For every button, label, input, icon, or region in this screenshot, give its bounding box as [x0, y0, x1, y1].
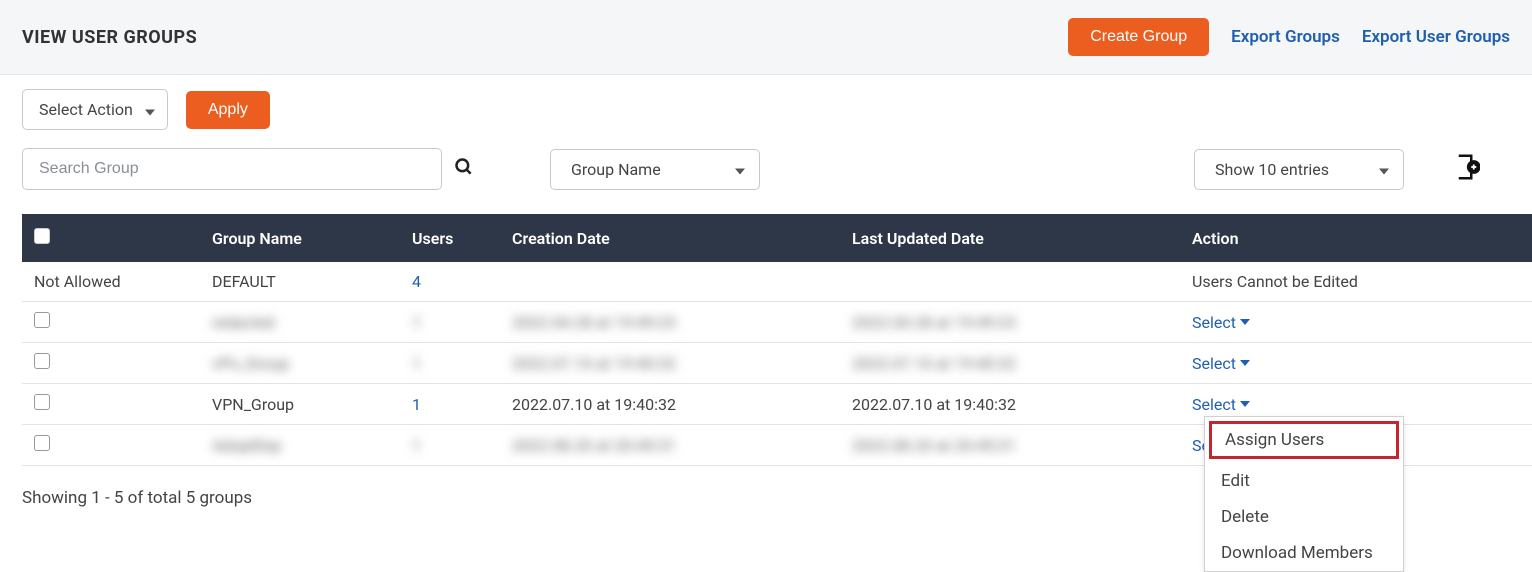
created-date-cell [502, 262, 842, 302]
group-name-cell: AdoptDay [202, 425, 402, 466]
search-icon[interactable] [454, 157, 474, 181]
table-row: Not AllowedDEFAULT 4 Users Cannot be Edite… [22, 262, 1532, 302]
row-checkbox[interactable] [34, 435, 50, 451]
filter-by-dropdown[interactable]: Group Name [550, 149, 760, 190]
row-check-text: Not Allowed [22, 262, 202, 302]
row-checkbox[interactable] [34, 394, 50, 410]
action-dropdown-menu: Assign Users Edit Delete Download Member… [1204, 416, 1404, 572]
action-toolbar: Select Action Apply [0, 75, 1532, 130]
menu-download-members[interactable]: Download Members [1205, 535, 1403, 571]
filter-row: Group Name Show 10 entries [0, 130, 1532, 200]
table-row: vPn_Group 1 2022.07.10 at 19:40:322022.07.… [22, 343, 1532, 384]
groups-table-wrap: Group Name Users Creation Date Last Upda… [0, 200, 1532, 466]
select-action-dropdown[interactable]: Select Action [22, 89, 168, 130]
updated-date-cell [842, 262, 1182, 302]
updated-date-cell: 2022.04.28 at 19:49:23 [842, 302, 1182, 343]
users-count-link[interactable]: 1 [412, 436, 421, 455]
created-date-cell: 2022.08.20 at 20:45:31 [502, 425, 842, 466]
updated-date-cell: 2022.07.10 at 19:40:32 [842, 384, 1182, 425]
updated-date-cell: 2022.07.10 at 19:40:32 [842, 343, 1182, 384]
chevron-down-icon [735, 160, 745, 179]
action-select-dropdown[interactable]: Select [1192, 395, 1250, 414]
action-select-dropdown[interactable]: Select [1192, 313, 1250, 332]
select-action-label: Select Action [39, 100, 133, 119]
updated-date-cell: 2022.08.20 at 20:45:31 [842, 425, 1182, 466]
users-count-link[interactable]: 1 [412, 354, 421, 373]
col-group-name: Group Name [202, 214, 402, 262]
menu-assign-users[interactable]: Assign Users [1209, 421, 1399, 459]
show-entries-label: Show 10 entries [1215, 160, 1329, 179]
filter-by-label: Group Name [571, 160, 661, 179]
table-row: redacted 1 2022.04.28 at 19:49:232022.04.2… [22, 302, 1532, 343]
action-select-dropdown[interactable]: Select [1192, 354, 1250, 373]
col-created: Creation Date [502, 214, 842, 262]
menu-delete[interactable]: Delete [1205, 499, 1403, 535]
table-header-row: Group Name Users Creation Date Last Upda… [22, 214, 1532, 262]
created-date-cell: 2022.04.28 at 19:49:23 [502, 302, 842, 343]
action-text: Users Cannot be Edited [1182, 262, 1532, 302]
create-group-button[interactable]: Create Group [1068, 18, 1209, 56]
col-updated: Last Updated Date [842, 214, 1182, 262]
row-checkbox[interactable] [34, 353, 50, 369]
chevron-down-icon [1379, 160, 1389, 179]
header-actions: Create Group Export Groups Export User G… [1068, 18, 1510, 56]
users-count-link[interactable]: 4 [412, 272, 421, 291]
caret-down-icon [1240, 360, 1250, 366]
group-name-cell: DEFAULT [202, 262, 402, 302]
created-date-cell: 2022.07.10 at 19:40:32 [502, 343, 842, 384]
export-user-groups-link[interactable]: Export User Groups [1362, 27, 1510, 47]
page-title: VIEW USER GROUPS [22, 27, 197, 48]
select-all-checkbox[interactable] [34, 228, 50, 244]
search-group-input[interactable] [22, 148, 442, 190]
group-name-cell: vPn_Group [202, 343, 402, 384]
chevron-down-icon [145, 100, 155, 119]
header-bar: VIEW USER GROUPS Create Group Export Gro… [0, 0, 1532, 75]
created-date-cell: 2022.07.10 at 19:40:32 [502, 384, 842, 425]
group-name-cell: VPN_Group [202, 384, 402, 425]
caret-down-icon [1240, 401, 1250, 407]
group-name-cell: redacted [202, 302, 402, 343]
search-wrap [22, 148, 474, 190]
col-action: Action [1182, 214, 1532, 262]
add-column-icon[interactable] [1450, 152, 1480, 186]
menu-edit[interactable]: Edit [1205, 463, 1403, 499]
apply-button[interactable]: Apply [186, 91, 270, 129]
show-entries-dropdown[interactable]: Show 10 entries [1194, 149, 1404, 190]
row-checkbox[interactable] [34, 312, 50, 328]
users-count-link[interactable]: 1 [412, 395, 421, 414]
caret-down-icon [1240, 319, 1250, 325]
users-count-link[interactable]: 1 [412, 313, 421, 332]
export-groups-link[interactable]: Export Groups [1231, 27, 1340, 47]
col-users: Users [402, 214, 502, 262]
